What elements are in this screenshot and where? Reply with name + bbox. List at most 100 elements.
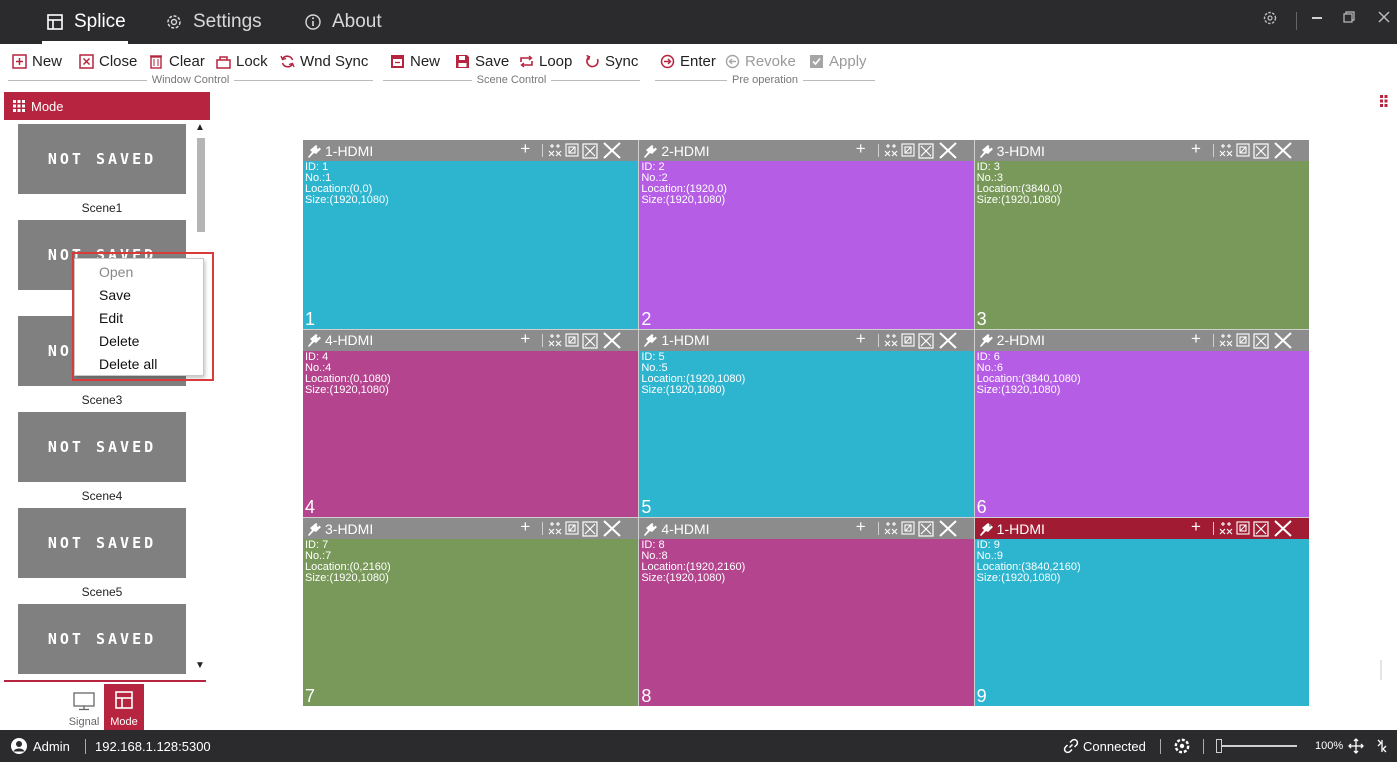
- window-body[interactable]: ID: 1 No.:1 Location:(0,0) Size:(1920,1080)…: [303, 161, 639, 329]
- split-icon[interactable]: [884, 521, 898, 535]
- wall-window[interactable]: 2-HDMI + ID: 6 No.:6 Location:(3840,1080) Siz…: [974, 329, 1309, 518]
- scroll-up-icon[interactable]: ▲: [195, 122, 205, 133]
- close-window-icon[interactable]: [602, 331, 622, 350]
- split-icon[interactable]: [548, 143, 562, 157]
- user-info[interactable]: Admin: [10, 730, 70, 762]
- window-body[interactable]: ID: 6 No.:6 Location:(3840,1080) Size:(1920…: [974, 350, 1309, 518]
- wall-window[interactable]: 2-HDMI + ID: 2 No.:2 Location:(1920,0) Size:(…: [639, 139, 974, 329]
- window-header[interactable]: 4-HDMI +: [639, 517, 974, 540]
- fit-icon[interactable]: [565, 333, 579, 347]
- fit-icon[interactable]: [901, 521, 915, 535]
- close-window-icon[interactable]: [938, 141, 958, 160]
- wall-window[interactable]: 4-HDMI + ID: 4 No.:4 Location:(0,1080) Size:(…: [303, 329, 639, 518]
- zoom-slider-track[interactable]: [1217, 745, 1297, 747]
- scene-loop-button[interactable]: Loop: [518, 51, 572, 71]
- fit-icon[interactable]: [901, 143, 915, 157]
- scene-thumbnail[interactable]: NOT SAVED: [18, 508, 186, 578]
- add-icon[interactable]: +: [1191, 139, 1201, 159]
- fit-screen-icon[interactable]: [1348, 730, 1364, 762]
- window-body[interactable]: ID: 9 No.:9 Location:(3840,2160) Size:(1920…: [974, 539, 1309, 706]
- window-clear-button[interactable]: Clear: [148, 51, 205, 71]
- close-window-icon[interactable]: [1273, 331, 1293, 350]
- window-body[interactable]: ID: 4 No.:4 Location:(0,1080) Size:(1920,10…: [303, 350, 639, 518]
- wall-window[interactable]: 3-HDMI + ID: 3 No.:3 Location:(3840,0) Size:(…: [974, 139, 1309, 329]
- add-icon[interactable]: +: [1191, 329, 1201, 349]
- window-header[interactable]: 4-HDMI +: [303, 329, 639, 351]
- window-header[interactable]: 2-HDMI +: [974, 329, 1309, 351]
- split-icon[interactable]: [884, 143, 898, 157]
- window-header[interactable]: 3-HDMI +: [303, 517, 639, 540]
- zoom-slider-thumb[interactable]: [1216, 739, 1222, 753]
- window-body[interactable]: ID: 7 No.:7 Location:(0,2160) Size:(1920,10…: [303, 539, 639, 706]
- video-wall[interactable]: 1-HDMI + ID: 1 No.:1 Location:(0,0) Size:(192…: [303, 139, 1309, 706]
- window-body[interactable]: ID: 5 No.:5 Location:(1920,1080) Size:(1920…: [639, 350, 974, 518]
- maximize-icon[interactable]: [582, 333, 598, 349]
- minimize-icon[interactable]: [1310, 8, 1324, 28]
- add-icon[interactable]: +: [856, 517, 866, 537]
- close-icon[interactable]: [1377, 10, 1391, 28]
- window-body[interactable]: ID: 2 No.:2 Location:(1920,0) Size:(1920,10…: [639, 161, 974, 329]
- wall-window[interactable]: 4-HDMI + ID: 8 No.:8 Location:(1920,2160) Siz…: [639, 517, 974, 706]
- tab-mode[interactable]: Mode: [104, 684, 144, 730]
- split-icon[interactable]: [1219, 521, 1233, 535]
- add-icon[interactable]: +: [520, 139, 530, 159]
- add-icon[interactable]: +: [856, 329, 866, 349]
- fit-icon[interactable]: [1236, 143, 1250, 157]
- tab-settings[interactable]: Settings: [163, 0, 262, 44]
- maximize-icon[interactable]: [1253, 521, 1269, 537]
- apply-button[interactable]: Apply: [808, 51, 867, 71]
- window-header[interactable]: 2-HDMI +: [639, 139, 974, 161]
- split-icon[interactable]: [548, 333, 562, 347]
- maximize-icon[interactable]: [918, 521, 934, 537]
- close-window-icon[interactable]: [938, 519, 958, 538]
- fit-icon[interactable]: [1236, 333, 1250, 347]
- split-icon[interactable]: [1219, 143, 1233, 157]
- scroll-down-icon[interactable]: ▼: [195, 660, 205, 671]
- scene-item[interactable]: NOT SAVED Scene4: [18, 412, 186, 503]
- window-header[interactable]: 1-HDMI +: [303, 139, 639, 161]
- wall-window[interactable]: 1-HDMI + ID: 1 No.:1 Location:(0,0) Size:(192…: [303, 139, 639, 329]
- tab-splice[interactable]: Splice: [42, 0, 128, 44]
- restore-icon[interactable]: [1342, 10, 1356, 28]
- window-header[interactable]: 1-HDMI +: [974, 517, 1309, 540]
- settings-icon[interactable]: [1262, 10, 1278, 30]
- maximize-icon[interactable]: [1253, 143, 1269, 159]
- scene-thumbnail[interactable]: NOT SAVED: [18, 604, 186, 674]
- scene-save-button[interactable]: Save: [454, 51, 509, 71]
- window-header[interactable]: 1-HDMI +: [639, 329, 974, 351]
- add-icon[interactable]: +: [520, 329, 530, 349]
- maximize-icon[interactable]: [918, 333, 934, 349]
- add-icon[interactable]: +: [1191, 517, 1201, 537]
- scene-item[interactable]: NOT SAVED Scene1: [18, 124, 186, 215]
- fit-icon[interactable]: [565, 521, 579, 535]
- close-window-icon[interactable]: [1273, 141, 1293, 160]
- window-body[interactable]: ID: 8 No.:8 Location:(1920,2160) Size:(1920…: [639, 539, 974, 706]
- wall-window[interactable]: 3-HDMI + ID: 7 No.:7 Location:(0,2160) Size:(…: [303, 517, 639, 706]
- close-window-icon[interactable]: [602, 141, 622, 160]
- tab-signal[interactable]: Signal: [64, 684, 104, 730]
- split-icon[interactable]: [1219, 333, 1233, 347]
- scene-item[interactable]: NOT SAVED Scene5: [18, 508, 186, 599]
- close-window-icon[interactable]: [938, 331, 958, 350]
- scene-new-button[interactable]: New: [389, 51, 440, 71]
- wall-window[interactable]: 1-HDMI + ID: 9 No.:9 Location:(3840,2160) Siz…: [974, 517, 1309, 706]
- fit-icon[interactable]: [1236, 521, 1250, 535]
- scene-thumbnail[interactable]: NOT SAVED: [18, 124, 186, 194]
- fit-icon[interactable]: [901, 333, 915, 347]
- scene-sync-button[interactable]: Sync: [584, 51, 638, 71]
- window-body[interactable]: ID: 3 No.:3 Location:(3840,0) Size:(1920,10…: [974, 161, 1309, 329]
- fit-icon[interactable]: [565, 143, 579, 157]
- scene-item[interactable]: NOT SAVED: [18, 604, 186, 680]
- maximize-icon[interactable]: [1253, 333, 1269, 349]
- add-icon[interactable]: +: [520, 517, 530, 537]
- collapse-icon[interactable]: [1376, 730, 1388, 762]
- revoke-button[interactable]: Revoke: [724, 51, 796, 71]
- window-new-button[interactable]: New: [11, 51, 62, 71]
- split-icon[interactable]: [884, 333, 898, 347]
- tab-about[interactable]: About: [302, 0, 382, 44]
- maximize-icon[interactable]: [918, 143, 934, 159]
- window-lock-button[interactable]: Lock: [215, 51, 268, 71]
- window-close-button[interactable]: Close: [78, 51, 137, 71]
- gear-icon[interactable]: [1173, 730, 1191, 762]
- scene-thumbnail[interactable]: NOT SAVED: [18, 412, 186, 482]
